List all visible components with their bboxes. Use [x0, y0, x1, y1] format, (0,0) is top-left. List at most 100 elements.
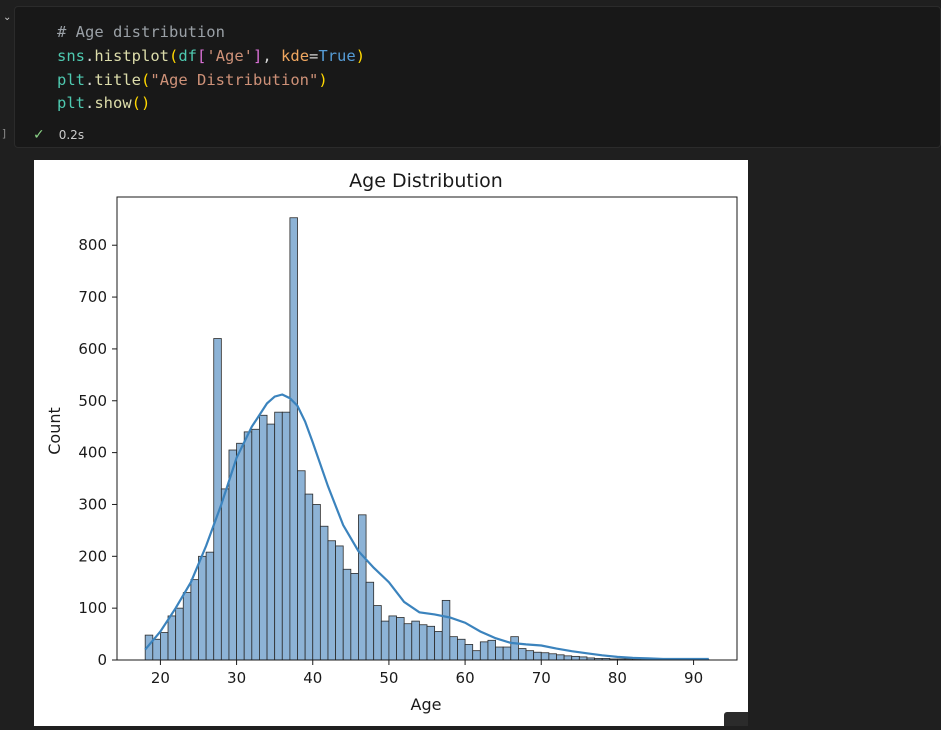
histogram-bar [441, 599, 451, 661]
histogram-bar [198, 555, 207, 661]
histogram-bar [182, 592, 192, 661]
x-tick-label: 50 [379, 669, 398, 687]
histogram-bar [426, 625, 436, 661]
x-tick-label: 20 [151, 669, 170, 687]
histogram-bar [175, 607, 184, 661]
code-token: ( [169, 46, 179, 65]
x-tick-label: 40 [303, 669, 322, 687]
code-token: [ [197, 46, 207, 65]
code-token: df [178, 46, 198, 65]
histogram-bar [556, 654, 565, 661]
chart-title: Age Distribution [349, 170, 503, 192]
check-icon: ✓ [33, 127, 45, 143]
y-tick-label: 0 [97, 651, 107, 669]
histogram-bar [479, 641, 489, 661]
code-token: ( [141, 70, 151, 89]
code-token: = [309, 46, 319, 65]
histogram-bar [533, 651, 542, 661]
code-token: ] [253, 46, 263, 65]
histogram-bar [472, 650, 481, 661]
histogram-bar [167, 615, 177, 661]
histogram-bar [380, 620, 390, 661]
histogram-bar [510, 636, 519, 661]
histogram-bar [571, 655, 580, 661]
code-token: () [131, 94, 151, 113]
code-line-4: plt.show() [57, 92, 365, 116]
histogram-bar [274, 411, 283, 661]
cell-output-plot: Age Distribution 20 30 40 50 60 70 80 90 0 100 200… [34, 160, 748, 726]
histogram-bar [312, 504, 321, 661]
code-token: sns [57, 46, 85, 65]
chevron-down-icon[interactable]: ⌄ [3, 13, 13, 23]
x-tick-label: 30 [227, 669, 246, 687]
histogram-bar [297, 470, 306, 661]
code-editor[interactable]: # Age distribution sns.histplot(df['Age']… [57, 21, 365, 116]
histogram-bar [540, 652, 550, 661]
histogram-bar [457, 638, 466, 661]
histogram-bar [213, 338, 222, 661]
histogram-bar [563, 655, 573, 661]
y-tick-label: 300 [78, 495, 107, 513]
histogram-bar [304, 493, 314, 661]
histogram-bar [495, 646, 504, 661]
histogram-bar [403, 623, 413, 661]
y-tick-label: 600 [78, 340, 107, 358]
histogram-bar [388, 615, 397, 661]
histogram-bar [205, 551, 215, 661]
code-token: "Age Distribution" [150, 70, 319, 89]
code-token: title [94, 70, 142, 89]
y-tick-label: 800 [78, 236, 107, 254]
histogram-bar [487, 639, 496, 661]
histogram-bar [418, 624, 428, 661]
code-token: 'Age' [206, 46, 254, 65]
histogram-bar [411, 620, 420, 661]
histogram-bar [220, 488, 230, 661]
histogram-bar [243, 431, 253, 661]
code-token: kde [281, 46, 310, 65]
execution-time: 0.2s [58, 128, 85, 142]
x-axis-label: Age [411, 695, 442, 714]
code-line-1: # Age distribution [57, 21, 365, 45]
histogram-bar [449, 636, 458, 661]
code-token: ) [318, 70, 328, 89]
histogram-bar [259, 414, 268, 661]
histogram-bar [289, 217, 298, 661]
y-tick-label: 400 [78, 444, 107, 462]
output-menu-icon[interactable] [724, 712, 748, 726]
histogram-bar [396, 617, 405, 661]
histogram-bar [236, 442, 245, 661]
code-line-2: sns.histplot(df['Age'], kde=True) [57, 45, 365, 69]
code-cell[interactable]: ⌄ ] # Age distribution sns.histplot(df['A… [1, 6, 941, 148]
histogram-bar [464, 644, 474, 661]
code-token: show [94, 94, 132, 113]
histogram-bar [548, 653, 557, 661]
code-token: , [262, 46, 282, 65]
histogram-bar [228, 449, 237, 661]
code-token: True [318, 46, 356, 65]
code-token: . [85, 94, 95, 113]
histogram-bar [266, 423, 276, 661]
histogram-chart: Age Distribution 20 30 40 50 60 70 80 90 0 100 200… [45, 170, 738, 714]
code-comment: # Age distribution [57, 23, 225, 41]
histogram-bar [327, 540, 336, 661]
execution-count-bracket: ] [1, 127, 8, 140]
execution-status: ✓ 0.2s [33, 125, 84, 145]
y-tick-label: 200 [78, 547, 107, 565]
code-token: ) [355, 46, 366, 65]
histogram-bar [434, 631, 443, 661]
x-tick-label: 80 [608, 669, 627, 687]
code-token: histplot [94, 46, 169, 65]
histogram-bar [335, 545, 344, 661]
histogram-bar [502, 646, 512, 661]
code-token: plt [57, 94, 85, 113]
histogram-bar [373, 605, 382, 661]
y-tick-label: 700 [78, 288, 107, 306]
histogram-bar [350, 573, 359, 661]
histogram-bar [281, 411, 291, 661]
histogram-bars [144, 217, 710, 661]
x-tick-label: 60 [456, 669, 475, 687]
histogram-bar [251, 428, 260, 661]
histogram-bar [342, 568, 352, 661]
y-tick-label: 500 [78, 392, 107, 410]
histogram-bar [525, 650, 535, 661]
